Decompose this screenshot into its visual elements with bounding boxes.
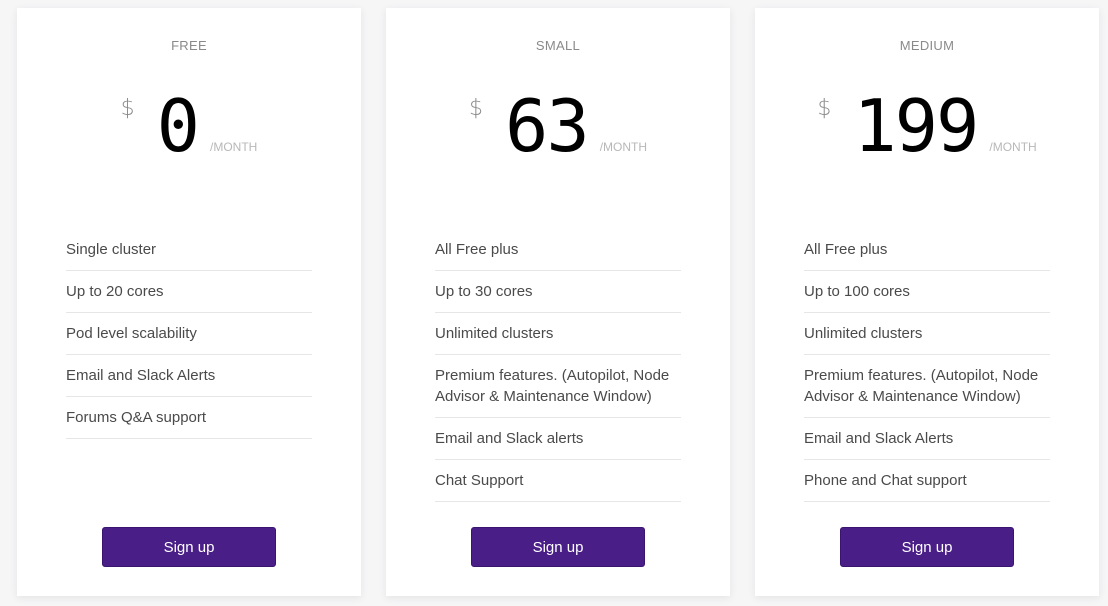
feature-item: Unlimited clusters bbox=[435, 313, 681, 355]
plan-name: FREE bbox=[171, 38, 207, 53]
feature-item: Up to 20 cores bbox=[66, 271, 312, 313]
feature-item: Up to 100 cores bbox=[804, 271, 1050, 313]
currency-symbol: $ bbox=[468, 96, 483, 121]
currency-symbol: $ bbox=[817, 96, 832, 121]
price-period: /MONTH bbox=[989, 140, 1037, 154]
plan-card-medium: MEDIUM $ 199 /MONTH All Free plus Up to … bbox=[755, 8, 1099, 596]
price: $ 0 /MONTH bbox=[17, 86, 361, 166]
feature-item: Premium features. (Autopilot, Node Advis… bbox=[435, 355, 681, 418]
price-amount: 199 bbox=[853, 84, 979, 168]
feature-item: Chat Support bbox=[435, 460, 681, 502]
feature-list: All Free plus Up to 100 cores Unlimited … bbox=[804, 229, 1050, 502]
feature-list: All Free plus Up to 30 cores Unlimited c… bbox=[435, 229, 681, 502]
currency-symbol: $ bbox=[120, 96, 135, 121]
plan-name: MEDIUM bbox=[899, 38, 955, 53]
plan-name: SMALL bbox=[535, 38, 581, 53]
plan-card-small: SMALL $ 63 /MONTH All Free plus Up to 30… bbox=[386, 8, 730, 596]
price-amount: 63 bbox=[504, 84, 590, 168]
feature-item: Email and Slack Alerts bbox=[66, 355, 312, 397]
price-period: /MONTH bbox=[599, 140, 648, 154]
plan-card-free: FREE $ 0 /MONTH Single cluster Up to 20 … bbox=[17, 8, 361, 596]
feature-list: Single cluster Up to 20 cores Pod level … bbox=[66, 229, 312, 439]
price-amount: 0 bbox=[156, 84, 200, 168]
feature-item: Single cluster bbox=[66, 229, 312, 271]
feature-item: Email and Slack Alerts bbox=[804, 418, 1050, 460]
price-period: /MONTH bbox=[210, 140, 258, 154]
feature-item: Email and Slack alerts bbox=[435, 418, 681, 460]
sign-up-button-free[interactable]: Sign up bbox=[102, 527, 276, 567]
feature-item: Up to 30 cores bbox=[435, 271, 681, 313]
sign-up-button-medium[interactable]: Sign up bbox=[840, 527, 1014, 567]
price: $ 199 /MONTH bbox=[755, 86, 1099, 166]
sign-up-button-small[interactable]: Sign up bbox=[471, 527, 645, 567]
feature-item: All Free plus bbox=[435, 229, 681, 271]
price: $ 63 /MONTH bbox=[386, 86, 730, 166]
feature-item: Premium features. (Autopilot, Node Advis… bbox=[804, 355, 1050, 418]
feature-item: All Free plus bbox=[804, 229, 1050, 271]
feature-item: Phone and Chat support bbox=[804, 460, 1050, 502]
feature-item: Unlimited clusters bbox=[804, 313, 1050, 355]
feature-item: Pod level scalability bbox=[66, 313, 312, 355]
feature-item: Forums Q&A support bbox=[66, 397, 312, 439]
